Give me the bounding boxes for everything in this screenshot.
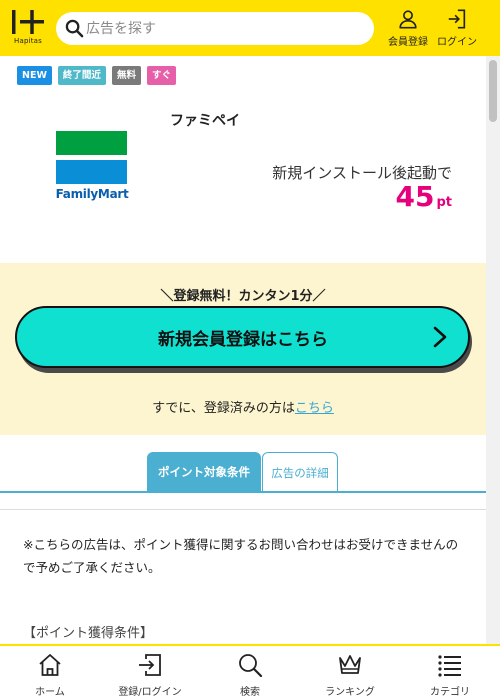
nav-category-label: カテゴリ: [430, 687, 470, 698]
points-value: 45: [395, 180, 435, 213]
search-icon: [65, 19, 84, 38]
hapitas-logo[interactable]: Hapitas: [10, 8, 46, 46]
login-header-label: ログイン: [437, 37, 477, 48]
logo-text: Hapitas: [13, 37, 43, 45]
tab-underline: [0, 491, 486, 493]
nav-login-label: 登録/ログイン: [118, 687, 182, 698]
registration-catch: ＼登録無料！カンタン1分／: [0, 285, 486, 304]
logo-green-bar: [56, 131, 127, 155]
offer-tags: NEW 終了間近 無料 すぐ: [17, 66, 176, 85]
nav-ranking[interactable]: ランキング: [300, 646, 400, 700]
brand-name: FamilyMart: [55, 187, 129, 201]
tab-ad-details[interactable]: 広告の詳細: [262, 452, 338, 492]
login-icon: [139, 654, 161, 676]
tag-new: NEW: [17, 66, 52, 85]
crown-icon: [339, 655, 361, 674]
inquiry-notice: ※こちらの広告は、ポイント獲得に関するお問い合わせはお受けできませんので予めご了…: [23, 537, 459, 575]
search-icon: [239, 654, 263, 678]
login-prefix-text: すでに、登録済みの方は: [152, 401, 295, 416]
site-header: Hapitas 会員登録 ログイン: [0, 0, 500, 56]
slash-left: ＼: [160, 289, 174, 304]
register-button-label: 新規会員登録はこちら: [158, 330, 328, 350]
nav-ranking-label: ランキング: [325, 687, 375, 698]
familymart-logo: FamilyMart: [55, 131, 129, 207]
nav-home-label: ホーム: [35, 687, 65, 698]
chevron-right-icon: [433, 326, 447, 348]
nav-home[interactable]: ホーム: [0, 646, 100, 700]
nav-search-label: 検索: [240, 687, 260, 698]
login-header-button[interactable]: ログイン: [433, 8, 481, 48]
login-icon: [448, 9, 466, 29]
conditions-heading: 【ポイント獲得条件】: [23, 626, 154, 641]
register-button[interactable]: 新規会員登録はこちら: [15, 306, 470, 368]
points-unit: pt: [436, 195, 452, 210]
tag-instant: すぐ: [146, 66, 176, 85]
user-icon: [399, 10, 417, 29]
search-input[interactable]: [86, 16, 366, 41]
tag-ending-soon: 終了間近: [57, 66, 106, 85]
nav-login[interactable]: 登録/ログイン: [100, 646, 200, 700]
registration-section: ＼登録無料！カンタン1分／ 新規会員登録はこちら すでに、登録済みの方はこちら: [0, 263, 486, 435]
nav-search[interactable]: 検索: [200, 646, 300, 700]
app-name: ファミペイ: [170, 113, 240, 129]
menu-icon: [438, 655, 461, 677]
page-scrollbar[interactable]: [486, 56, 500, 644]
home-icon: [39, 654, 61, 676]
register-header-button[interactable]: 会員登録: [384, 8, 432, 48]
reward-points: 45 pt: [396, 180, 453, 213]
login-link[interactable]: こちら: [295, 401, 334, 416]
tag-free: 無料: [111, 66, 141, 85]
slash-right: ／: [312, 289, 326, 304]
search-box[interactable]: [56, 12, 374, 45]
existing-member-login: すでに、登録済みの方はこちら: [0, 397, 486, 416]
bottom-navigation: ホーム 登録/ログイン 検索 ランキング カテゴリ: [0, 644, 500, 700]
section-divider: [0, 509, 486, 510]
hapitas-logo-mark: [12, 10, 44, 34]
tab-point-conditions[interactable]: ポイント対象条件: [147, 452, 261, 492]
logo-blue-bar: [56, 160, 127, 184]
scrollbar-thumb[interactable]: [489, 60, 497, 122]
nav-category[interactable]: カテゴリ: [400, 646, 500, 700]
registration-catch-text: 登録無料！カンタン1分: [173, 289, 313, 304]
register-header-label: 会員登録: [388, 37, 428, 48]
